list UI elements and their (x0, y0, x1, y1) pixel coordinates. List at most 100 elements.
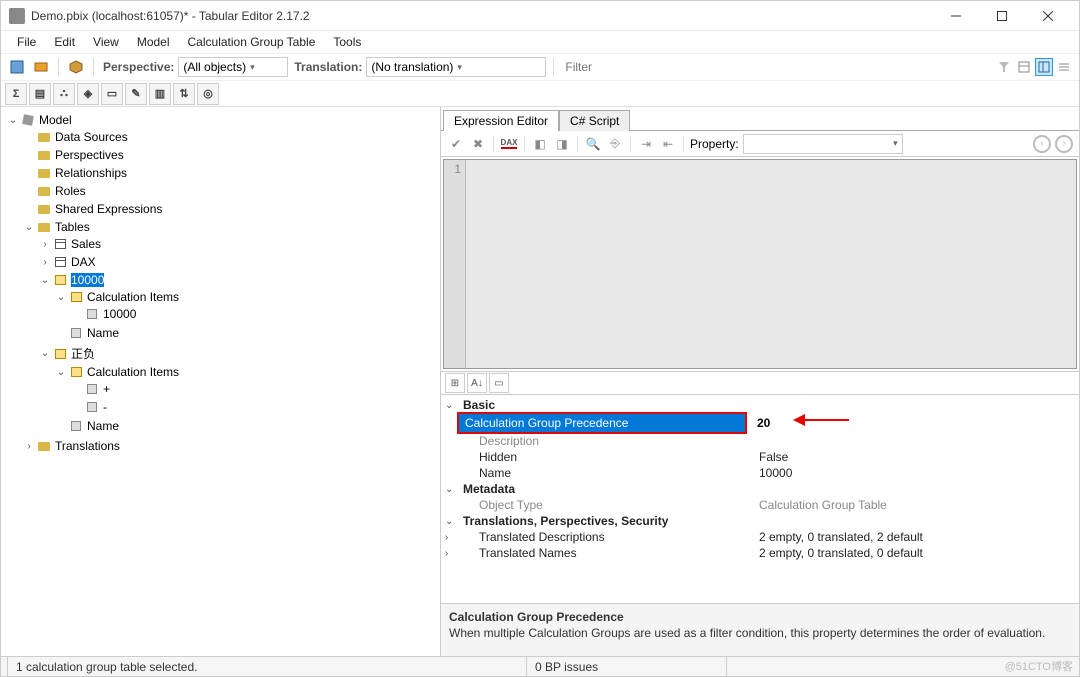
menu-tools[interactable]: Tools (325, 33, 369, 51)
expander-icon[interactable]: ⌄ (39, 348, 51, 359)
prop-translated-descriptions[interactable]: Translated Descriptions (459, 530, 759, 544)
perspective-dropdown[interactable]: (All objects)▾ (178, 57, 288, 77)
btn-target[interactable]: ◎ (197, 83, 219, 105)
menu-calc-group-table[interactable]: Calculation Group Table (180, 33, 324, 51)
folder-icon (37, 220, 51, 234)
property-dropdown[interactable]: ▾ (743, 134, 903, 154)
expander-icon[interactable]: › (39, 257, 51, 268)
tree-item-minus[interactable]: - (103, 400, 107, 414)
btn-sigma[interactable]: Σ (5, 83, 27, 105)
expander-icon[interactable]: ⌄ (39, 275, 51, 286)
prop-name[interactable]: Name (459, 466, 759, 480)
menu-file[interactable]: File (9, 33, 44, 51)
model-tree[interactable]: ⌄ Model Data Sources Perspectives Relatio… (1, 107, 441, 663)
expander-icon[interactable]: ⌄ (7, 115, 19, 126)
tree-name-col[interactable]: Name (87, 326, 119, 340)
tree-perspectives[interactable]: Perspectives (55, 148, 124, 162)
column-icon (85, 382, 99, 396)
btn-list[interactable]: ▤ (29, 83, 51, 105)
cube-icon (21, 113, 35, 127)
folder-icon (37, 184, 51, 198)
prop-calc-group-precedence[interactable]: Calculation Group Precedence (457, 412, 747, 434)
prop-hidden-value[interactable]: False (759, 450, 1075, 464)
btn-columns[interactable]: ▥ (149, 83, 171, 105)
prop-translated-names-value: 2 empty, 0 translated, 0 default (759, 546, 1075, 560)
tree-calc-items-2[interactable]: Calculation Items (87, 365, 179, 379)
expander-icon[interactable]: › (23, 441, 35, 452)
right-pane: Expression Editor C# Script ✔ ✖ DAX ◧ ◨ … (441, 107, 1079, 663)
tree-tables[interactable]: Tables (55, 220, 90, 234)
nav-back-icon[interactable]: ‹ (1033, 135, 1051, 153)
cat-metadata[interactable]: Metadata (459, 482, 759, 496)
tree-dax[interactable]: DAX (71, 255, 96, 269)
prop-cgp-value[interactable]: 20 (751, 416, 770, 430)
minimize-button[interactable] (933, 1, 979, 31)
btn-hierarchy[interactable]: ⛬ (53, 83, 75, 105)
property-grid[interactable]: ⌄Basic Calculation Group Precedence 20 D… (441, 395, 1079, 603)
indent-icon[interactable]: ⇥ (637, 135, 655, 153)
expander-icon[interactable]: ⌄ (55, 292, 67, 303)
prop-object-type[interactable]: Object Type (459, 498, 759, 512)
dax-format-icon[interactable]: DAX (500, 135, 518, 153)
tree-item-10000[interactable]: 10000 (103, 307, 136, 321)
tree-name-col-2[interactable]: Name (87, 419, 119, 433)
cat-basic[interactable]: Basic (459, 398, 759, 412)
code-editor[interactable]: 1 (443, 159, 1077, 369)
prop-name-value[interactable]: 10000 (759, 466, 1075, 480)
outdent-icon[interactable]: ⇤ (659, 135, 677, 153)
tree-calc-items[interactable]: Calculation Items (87, 290, 179, 304)
btn-folder[interactable]: ▭ (101, 83, 123, 105)
cancel-icon[interactable]: ✖ (469, 135, 487, 153)
view-mode-3-icon[interactable] (1055, 58, 1073, 76)
tree-model[interactable]: Model (39, 113, 72, 127)
expander-icon[interactable]: ⌄ (55, 367, 67, 378)
tree-translations[interactable]: Translations (55, 439, 120, 453)
tree-relationships[interactable]: Relationships (55, 166, 127, 180)
titlebar: Demo.pbix (localhost:61057)* - Tabular E… (1, 1, 1079, 31)
goto-icon[interactable]: ⎆ (606, 135, 624, 153)
categorized-icon[interactable]: ⊞ (445, 373, 465, 393)
menu-edit[interactable]: Edit (46, 33, 83, 51)
filter-input[interactable] (561, 57, 991, 77)
expander-icon[interactable]: › (39, 239, 51, 250)
tab-expression-editor[interactable]: Expression Editor (443, 110, 559, 131)
menu-view[interactable]: View (85, 33, 127, 51)
deploy-icon[interactable] (31, 57, 51, 77)
prop-page-icon[interactable]: ▭ (489, 373, 509, 393)
translation-dropdown[interactable]: (No translation)▾ (366, 57, 546, 77)
tree-roles[interactable]: Roles (55, 184, 86, 198)
tab-csharp-script[interactable]: C# Script (559, 110, 630, 131)
tree-item-plus[interactable]: + (103, 382, 110, 396)
view-mode-1-icon[interactable] (1015, 58, 1033, 76)
nav-forward-icon[interactable]: › (1055, 135, 1073, 153)
menu-model[interactable]: Model (129, 33, 178, 51)
column-icon (69, 326, 83, 340)
sort-az-icon[interactable]: A↓ (467, 373, 487, 393)
maximize-button[interactable] (979, 1, 1025, 31)
prop-hidden[interactable]: Hidden (459, 450, 759, 464)
btn-edit[interactable]: ✎ (125, 83, 147, 105)
search-icon[interactable]: 🔍 (584, 135, 602, 153)
tree-data-sources[interactable]: Data Sources (55, 130, 128, 144)
tree-sales[interactable]: Sales (71, 237, 101, 251)
cube-icon[interactable] (66, 57, 86, 77)
view-mode-2-icon[interactable] (1035, 58, 1053, 76)
save-icon[interactable] (7, 57, 27, 77)
prop-translated-names[interactable]: Translated Names (459, 546, 759, 560)
cat-translations-perspectives-security[interactable]: Translations, Perspectives, Security (459, 514, 759, 528)
tree-shared-expressions[interactable]: Shared Expressions (55, 202, 162, 216)
close-button[interactable] (1025, 1, 1071, 31)
prop-object-type-value: Calculation Group Table (759, 498, 1075, 512)
filter-icon[interactable] (995, 58, 1013, 76)
statusbar: 1 calculation group table selected. 0 BP… (1, 656, 1079, 676)
tree-zhengfu-group[interactable]: 正负 (71, 345, 95, 362)
prop-description[interactable]: Description (459, 434, 759, 448)
tree-10000-group[interactable]: 10000 (71, 273, 104, 287)
btn-cube[interactable]: ◈ (77, 83, 99, 105)
status-selection: 1 calculation group table selected. (7, 657, 527, 676)
expander-icon[interactable]: ⌄ (23, 222, 35, 233)
btn-sort[interactable]: ⇅ (173, 83, 195, 105)
uncomment-icon[interactable]: ◨ (553, 135, 571, 153)
comment-icon[interactable]: ◧ (531, 135, 549, 153)
accept-icon[interactable]: ✔ (447, 135, 465, 153)
